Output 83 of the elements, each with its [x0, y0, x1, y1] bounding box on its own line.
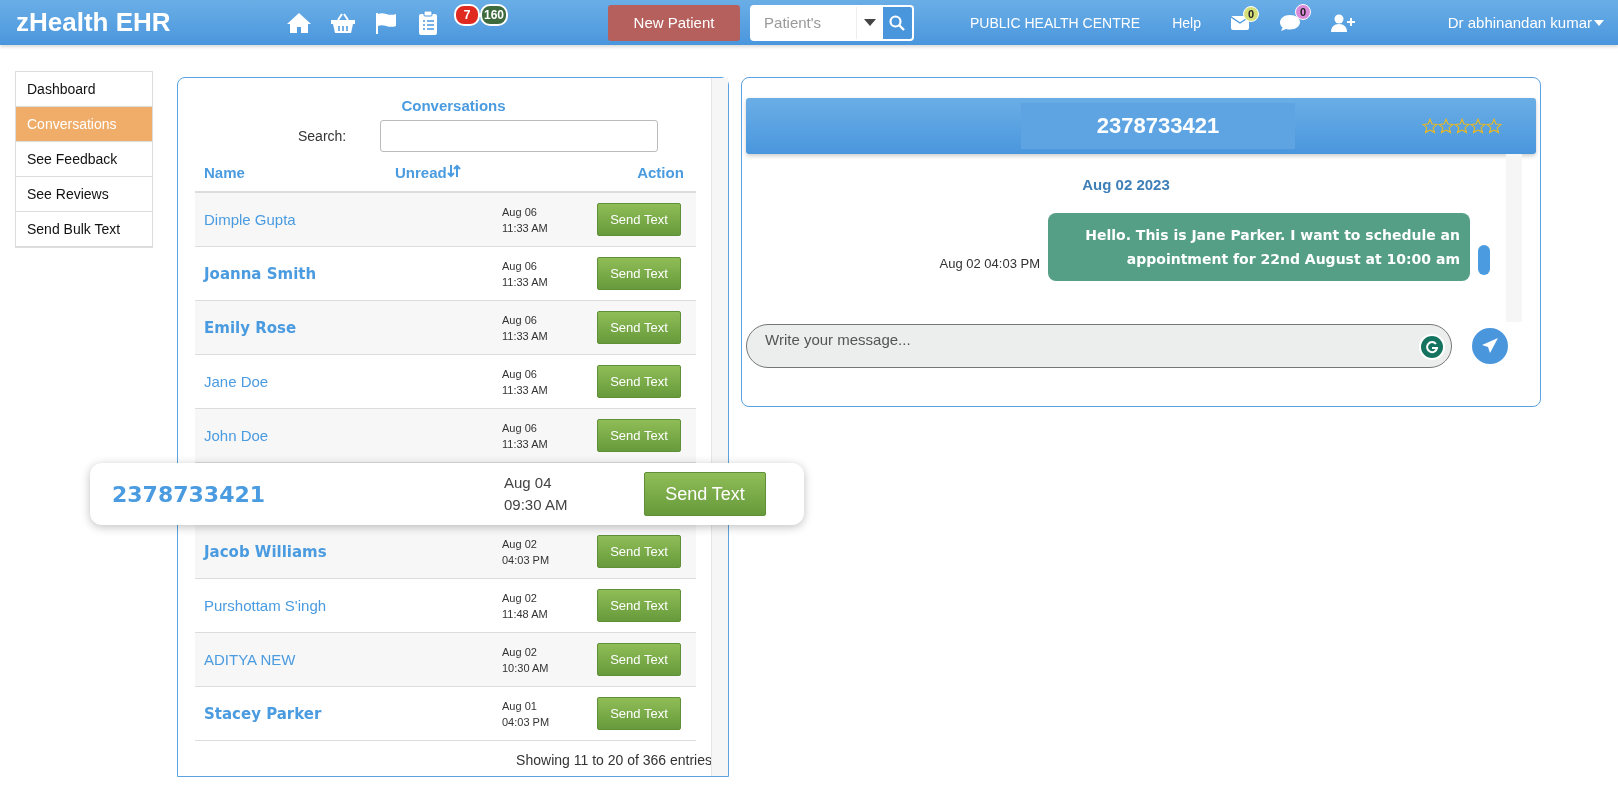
timestamp: Aug 06 11:33 AM	[502, 366, 549, 398]
search-button[interactable]	[882, 6, 913, 39]
contact-name[interactable]: ADITYA NEW	[204, 651, 502, 668]
send-text-button[interactable]: Send Text	[597, 311, 681, 344]
timestamp: Aug 02 11:48 AM	[502, 590, 549, 622]
clipboard-icon[interactable]	[418, 10, 438, 35]
star-icon	[1486, 118, 1502, 134]
contact-name[interactable]: Stacey Parker	[204, 704, 502, 723]
column-header: Action	[636, 164, 685, 181]
table-row[interactable]: Stacey Parker Aug 01 04:03 PM Send Text	[195, 687, 696, 741]
timestamp: Aug 04 09:30 AM	[504, 473, 569, 515]
timestamp: Aug 06 11:33 AM	[502, 204, 549, 236]
search-field[interactable]	[380, 120, 659, 152]
highlighted-row[interactable]: 2378733421 Aug 04 09:30 AM Send Text	[90, 463, 804, 525]
caret-icon	[1594, 19, 1604, 26]
timestamp: Aug 01 04:03 PM	[502, 698, 551, 730]
paper-plane-icon[interactable]	[1481, 337, 1499, 355]
contact-name[interactable]: Jacob Williams	[204, 542, 502, 561]
search-icon[interactable]	[889, 14, 906, 31]
user-menu[interactable]: Dr abhinandan kumar	[1447, 14, 1604, 31]
message-bubble: Hello. This is Jane Parker. I want to schedule an appointment for 22nd August at 10:00 am	[1048, 213, 1470, 281]
send-text-button[interactable]: Send Text	[644, 472, 766, 516]
timestamp: Aug 06 11:33 AM	[502, 312, 549, 344]
sidebar-item[interactable]: See Feedback	[16, 142, 152, 177]
timestamp: Aug 02 10:30 AM	[502, 644, 550, 676]
table-row[interactable]: ADITYA NEW Aug 02 10:30 AM Send Text	[195, 633, 696, 687]
chat-icon[interactable]	[1278, 13, 1301, 32]
contact-name[interactable]: John Doe	[204, 427, 502, 444]
sidebar-item[interactable]: Conversations	[16, 107, 152, 142]
table-row[interactable]: John Doe Aug 06 11:33 AM Send Text	[195, 409, 696, 463]
send-text-button[interactable]: Send Text	[597, 257, 681, 290]
contact-name[interactable]: Joanna Smith	[204, 264, 502, 283]
status-marker	[1478, 245, 1490, 275]
timestamp: Aug 06 11:33 AM	[502, 420, 549, 452]
contact-name[interactable]: Jane Doe	[204, 373, 502, 390]
send-text-button[interactable]: Send Text	[597, 419, 681, 452]
grammar-icon[interactable]	[1421, 336, 1443, 358]
add-user-icon[interactable]	[1330, 13, 1355, 32]
sort-icon[interactable]	[446, 164, 461, 178]
send-button[interactable]	[1472, 328, 1508, 364]
message-input[interactable]: Write your message...	[763, 330, 1419, 349]
star-icon	[1454, 118, 1470, 134]
star-icon	[1422, 118, 1438, 134]
chat-title: 2378733421	[1021, 103, 1295, 149]
contact-name[interactable]: 2378733421	[112, 481, 504, 507]
help-link[interactable]: Help	[1172, 14, 1201, 31]
table-row[interactable]: Dimple Gupta Aug 06 11:33 AM Send Text	[195, 193, 696, 247]
column-header[interactable]: Name	[195, 164, 395, 181]
patient-search-box[interactable]: Patient's	[750, 4, 915, 41]
search-label: Search:	[298, 128, 347, 144]
column-header[interactable]: Unread	[395, 164, 595, 181]
send-text-button[interactable]: Send Text	[597, 589, 681, 622]
contact-name[interactable]: Emily Rose	[204, 318, 502, 337]
mail-icon[interactable]	[1230, 15, 1249, 30]
sidebar-item[interactable]: See Reviews	[16, 177, 152, 212]
panel-title: Conversations	[400, 97, 507, 114]
count-badge[interactable]: 7	[454, 4, 480, 26]
mail-count: 0	[1242, 5, 1259, 22]
date-divider: Aug 02 2023	[1081, 176, 1171, 193]
timestamp: Aug 02 04:03 PM	[502, 536, 551, 568]
send-text-button[interactable]: Send Text	[597, 697, 681, 730]
table-row[interactable]: Emily Rose Aug 06 11:33 AM Send Text	[195, 301, 696, 355]
message-time: Aug 02 04:03 PM	[939, 256, 1040, 271]
message-box[interactable]: Write your message...	[746, 324, 1452, 368]
table-row[interactable]: Jacob Williams Aug 02 04:03 PM Send Text	[195, 525, 696, 579]
home-icon[interactable]	[286, 10, 312, 35]
send-text-button[interactable]: Send Text	[597, 365, 681, 398]
send-text-button[interactable]: Send Text	[597, 203, 681, 236]
timestamp: Aug 06 11:33 AM	[502, 258, 549, 290]
entries-info: Showing 11 to 20 of 366 entries	[515, 752, 712, 768]
count-badge[interactable]: 160	[480, 4, 509, 26]
contact-name[interactable]: Dimple Gupta	[204, 211, 502, 228]
new-patient-button[interactable]: New Patient	[608, 4, 741, 41]
send-text-button[interactable]: Send Text	[597, 535, 681, 568]
contact-name[interactable]: Purshottam S'ingh	[204, 597, 502, 614]
centre-link[interactable]: PUBLIC HEALTH CENTRE	[970, 14, 1141, 31]
send-text-button[interactable]: Send Text	[597, 643, 681, 676]
star-icon	[1470, 118, 1486, 134]
sidebar-item[interactable]: Send Bulk Text	[16, 212, 152, 247]
app-title: zHealth EHR	[16, 7, 172, 38]
star-icon	[1438, 118, 1454, 134]
caret-icon[interactable]	[863, 18, 876, 27]
chat-count: 0	[1294, 3, 1311, 20]
